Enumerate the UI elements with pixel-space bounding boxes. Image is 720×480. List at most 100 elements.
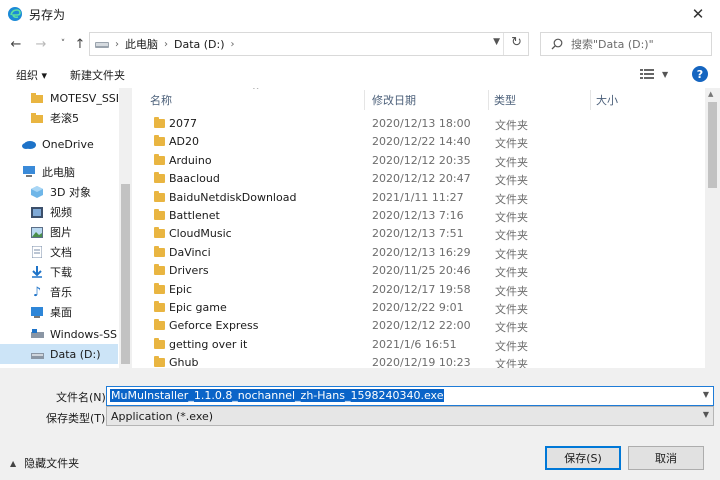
table-row[interactable]: DaVinci 2020/12/13 16:29 文件夹 [150, 244, 700, 262]
column-header-name[interactable]: 名称 [150, 92, 172, 108]
new-folder-button[interactable]: 新建文件夹 [70, 67, 125, 83]
save-button[interactable]: 保存(S) [545, 446, 621, 470]
folder-icon [30, 112, 44, 125]
table-row[interactable]: CloudMusic 2020/12/13 7:51 文件夹 [150, 225, 700, 243]
folder-icon [154, 153, 165, 165]
sidebar-item-desktop[interactable]: 桌面 [0, 302, 118, 322]
sidebar-item-this-pc[interactable]: 此电脑 [0, 162, 118, 182]
sidebar-item-laogun5[interactable]: 老滚5 [0, 108, 118, 128]
table-row[interactable]: BaiduNetdiskDownload 2021/1/11 11:27 文件夹 [150, 189, 700, 207]
view-options-button[interactable]: ▼ [640, 65, 670, 83]
breadcrumb-data-drive[interactable]: Data (D:) [174, 38, 225, 51]
document-icon [30, 246, 44, 259]
table-row[interactable]: 2077 2020/12/13 18:00 文件夹 [150, 115, 700, 133]
file-name: 2077 [169, 117, 197, 130]
column-header-type[interactable]: 类型 [494, 92, 516, 108]
sidebar-item-label: 图片 [50, 226, 72, 239]
column-divider[interactable] [488, 90, 489, 110]
table-row[interactable]: Drivers 2020/11/25 20:46 文件夹 [150, 262, 700, 280]
sidebar-item-onedrive[interactable]: OneDrive [0, 134, 118, 154]
scrollbar-thumb[interactable] [121, 184, 130, 364]
folder-icon [154, 356, 165, 368]
sidebar-item-label: 此电脑 [42, 166, 75, 179]
file-type: 文件夹 [495, 155, 528, 169]
search-box[interactable]: 搜索"Data (D:)" [540, 32, 712, 56]
chevron-down-icon: ▼ [662, 69, 669, 79]
title-bar: 另存为 ✕ [0, 0, 720, 28]
file-name: Geforce Express [169, 319, 259, 333]
folder-icon [154, 209, 165, 220]
breadcrumb-this-pc[interactable]: 此电脑 [125, 36, 158, 52]
file-name: BaiduNetdiskDownload [169, 190, 297, 204]
back-button[interactable]: ← [6, 34, 26, 54]
sidebar-item-motesv[interactable]: MOTESV_SSE [0, 88, 118, 108]
file-type: 文件夹 [495, 284, 528, 298]
table-row[interactable]: Battlenet 2020/12/13 7:16 文件夹 [150, 207, 700, 225]
up-button[interactable]: ↑ [70, 34, 90, 54]
table-row[interactable]: getting over it 2021/1/6 16:51 文件夹 [150, 336, 700, 354]
folder-icon [154, 227, 165, 239]
file-name: Epic game [169, 301, 227, 314]
scroll-up-icon[interactable]: ▲ [708, 90, 713, 98]
file-modified-date: 2020/12/12 20:35 [372, 153, 471, 167]
sidebar-item-label: MOTESV_SSE [50, 91, 118, 105]
sidebar-item-music[interactable]: ♪ 音乐 [0, 282, 118, 302]
file-type: 文件夹 [495, 229, 528, 243]
sidebar-item-label: 3D 对象 [50, 186, 91, 199]
refresh-icon[interactable]: ↻ [511, 35, 522, 50]
folder-icon [154, 282, 165, 294]
file-type: 文件夹 [495, 174, 528, 188]
table-row[interactable]: AD20 2020/12/22 14:40 文件夹 [150, 133, 700, 151]
scrollbar-thumb[interactable] [708, 102, 717, 188]
sidebar-item-label: 音乐 [50, 286, 72, 299]
sidebar-item-pictures[interactable]: 图片 [0, 222, 118, 242]
chevron-right-icon: › [115, 38, 119, 50]
sidebar-item-3d-objects[interactable]: 3D 对象 [0, 182, 118, 202]
table-row[interactable]: Epic game 2020/12/22 9:01 文件夹 [150, 299, 700, 317]
address-bar[interactable]: › 此电脑 › Data (D:) › ▼ ↻ [89, 32, 529, 56]
save-options-panel: 文件名(N): MuMuInstaller_1.1.0.8_nochannel_… [0, 368, 720, 480]
table-row[interactable]: Baacloud 2020/12/12 20:47 文件夹 [150, 170, 700, 188]
hide-folders-toggle[interactable]: ▲ 隐藏文件夹 [10, 455, 79, 471]
sidebar-item-data-drive[interactable]: Data (D:) [0, 344, 118, 364]
column-header-size[interactable]: 大小 [596, 92, 618, 108]
folder-icon [154, 117, 165, 128]
sidebar-item-label: 老滚5 [50, 112, 79, 125]
column-divider[interactable] [590, 90, 591, 110]
sidebar-item-documents[interactable]: 文档 [0, 242, 118, 262]
table-row[interactable]: Epic 2020/12/17 19:58 文件夹 [150, 281, 700, 299]
file-type: 文件夹 [495, 339, 528, 353]
sidebar-item-videos[interactable]: 视频 [0, 202, 118, 222]
column-header-modified[interactable]: 修改日期 [372, 92, 416, 108]
file-type-select[interactable]: Application (*.exe) ▼ [106, 406, 714, 426]
chevron-down-icon[interactable]: ▼ [703, 390, 709, 399]
navigation-scrollbar[interactable] [119, 88, 132, 368]
drive-icon [30, 348, 44, 361]
file-type-label: 保存类型(T): [46, 412, 110, 425]
sidebar-item-windows-ssd[interactable]: Windows-SSD ( [0, 324, 118, 344]
chevron-down-icon[interactable]: ▼ [493, 37, 500, 47]
cancel-button[interactable]: 取消 [628, 446, 704, 470]
file-modified-date: 2020/12/13 16:29 [372, 245, 471, 259]
table-row[interactable]: Arduino 2020/12/12 20:35 文件夹 [150, 152, 700, 170]
file-list-scrollbar[interactable]: ▲ [705, 88, 720, 368]
sidebar-item-downloads[interactable]: 下载 [0, 262, 118, 282]
folder-icon [154, 319, 165, 331]
file-modified-date: 2021/1/6 16:51 [372, 337, 457, 351]
forward-button[interactable]: → [31, 34, 51, 54]
column-divider[interactable] [364, 90, 365, 110]
organize-button[interactable]: 组织 ▾ [16, 67, 47, 83]
folder-icon [154, 245, 165, 257]
table-row[interactable]: Geforce Express 2020/12/12 22:00 文件夹 [150, 317, 700, 335]
table-row[interactable]: Ghub 2020/12/19 10:23 文件夹 [150, 354, 700, 368]
arrow-up-icon: ↑ [74, 36, 86, 52]
folder-icon [154, 264, 165, 276]
sidebar-item-label: Windows-SSD ( [50, 327, 118, 341]
filename-input[interactable]: MuMuInstaller_1.1.0.8_nochannel_zh-Hans_… [106, 386, 714, 406]
help-icon[interactable]: ? [692, 66, 708, 82]
close-button[interactable]: ✕ [676, 0, 720, 28]
sidebar-item-label: OneDrive [42, 137, 94, 151]
file-modified-date: 2020/12/17 19:58 [372, 282, 471, 296]
close-icon: ✕ [691, 5, 705, 23]
file-name: AD20 [169, 135, 199, 149]
